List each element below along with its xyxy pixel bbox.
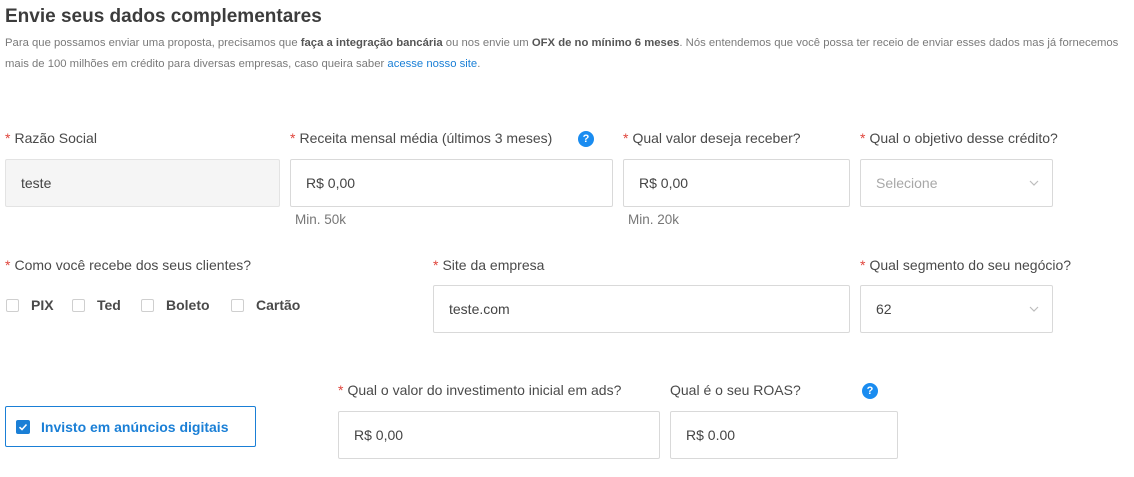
razao-social-input[interactable]: teste	[5, 159, 280, 207]
objetivo-label: * Qual o objetivo desse crédito?	[860, 130, 1058, 146]
required-mark: *	[433, 257, 439, 273]
receita-label-text: Receita mensal média (últimos 3 meses)	[299, 130, 553, 146]
objetivo-placeholder: Selecione	[876, 175, 938, 191]
roas-label: Qual é o seu ROAS?	[670, 382, 801, 398]
recebimento-label: * Como você recebe dos seus clientes?	[5, 257, 251, 273]
desc-text-1: Para que possamos enviar uma proposta, p…	[5, 37, 301, 49]
checkbox-label: Ted	[97, 297, 121, 313]
checkbox-label: PIX	[31, 297, 54, 313]
required-mark: *	[5, 257, 11, 273]
investimento-label-text: Qual o valor do investimento inicial em …	[347, 382, 622, 398]
investimento-label: * Qual o valor do investimento inicial em…	[338, 382, 621, 398]
ads-toggle-button[interactable]: Invisto em anúncios digitais	[5, 406, 256, 447]
objetivo-select[interactable]: Selecione	[860, 159, 1053, 207]
valor-label: * Qual valor deseja receber?	[623, 130, 801, 146]
chevron-down-icon	[1029, 306, 1039, 312]
desc-text-2: ou nos envie um	[442, 37, 532, 49]
receita-label: * Receita mensal média (últimos 3 meses)	[290, 130, 552, 146]
checkbox-box[interactable]	[141, 298, 154, 312]
checkbox-boleto[interactable]: Boleto	[141, 297, 210, 313]
investimento-input[interactable]: R$ 0,00	[338, 411, 660, 459]
required-mark: *	[623, 130, 629, 146]
checkbox-cartao[interactable]: Cartão	[231, 297, 300, 313]
desc-text-end: .	[477, 58, 481, 70]
site-input[interactable]: teste.com	[433, 285, 850, 333]
recebimento-label-text: Como você recebe dos seus clientes?	[14, 257, 252, 273]
roas-help-icon[interactable]: ?	[862, 383, 878, 399]
site-label: * Site da empresa	[433, 257, 544, 273]
desc-bold-bank-integration: faça a integração bancária	[300, 37, 443, 49]
checkbox-box[interactable]	[231, 298, 244, 312]
segmento-label-text: Qual segmento do seu negócio?	[869, 257, 1072, 273]
checkbox-box[interactable]	[72, 298, 85, 312]
site-link[interactable]: acesse nosso site	[387, 58, 477, 70]
valor-hint: Min. 20k	[628, 212, 680, 227]
checkbox-ted[interactable]: Ted	[72, 297, 121, 313]
checkbox-pix[interactable]: PIX	[6, 297, 54, 313]
valor-input[interactable]: R$ 0,00	[623, 159, 850, 207]
checkbox-label: Cartão	[256, 297, 301, 313]
required-mark: *	[860, 130, 866, 146]
required-mark: *	[860, 257, 866, 273]
valor-label-text: Qual valor deseja receber?	[632, 130, 801, 146]
receita-input[interactable]: R$ 0,00	[290, 159, 613, 207]
objetivo-label-text: Qual o objetivo desse crédito?	[869, 130, 1058, 146]
razao-social-label: * Razão Social	[5, 130, 97, 146]
checkbox-checked-icon[interactable]	[16, 419, 30, 434]
segmento-select[interactable]: 62	[860, 285, 1053, 333]
chevron-down-icon	[1029, 180, 1039, 186]
page-title: Envie seus dados complementares	[5, 6, 322, 27]
receita-hint: Min. 50k	[295, 212, 347, 227]
segmento-label: * Qual segmento do seu negócio?	[860, 257, 1071, 273]
ads-toggle-label: Invisto em anúncios digitais	[41, 418, 229, 435]
receita-help-icon[interactable]: ?	[578, 131, 594, 147]
segmento-value: 62	[876, 301, 892, 317]
required-mark: *	[290, 130, 296, 146]
checkbox-label: Boleto	[166, 297, 210, 313]
site-label-text: Site da empresa	[442, 257, 545, 273]
roas-input[interactable]: R$ 0.00	[670, 411, 898, 459]
required-mark: *	[5, 130, 11, 146]
desc-bold-ofx: OFX de no mínimo 6 meses	[531, 37, 680, 49]
required-mark: *	[338, 382, 344, 398]
razao-social-label-text: Razão Social	[14, 130, 97, 146]
page-description: Para que possamos enviar uma proposta, p…	[5, 33, 1125, 75]
checkbox-box[interactable]	[6, 298, 19, 312]
